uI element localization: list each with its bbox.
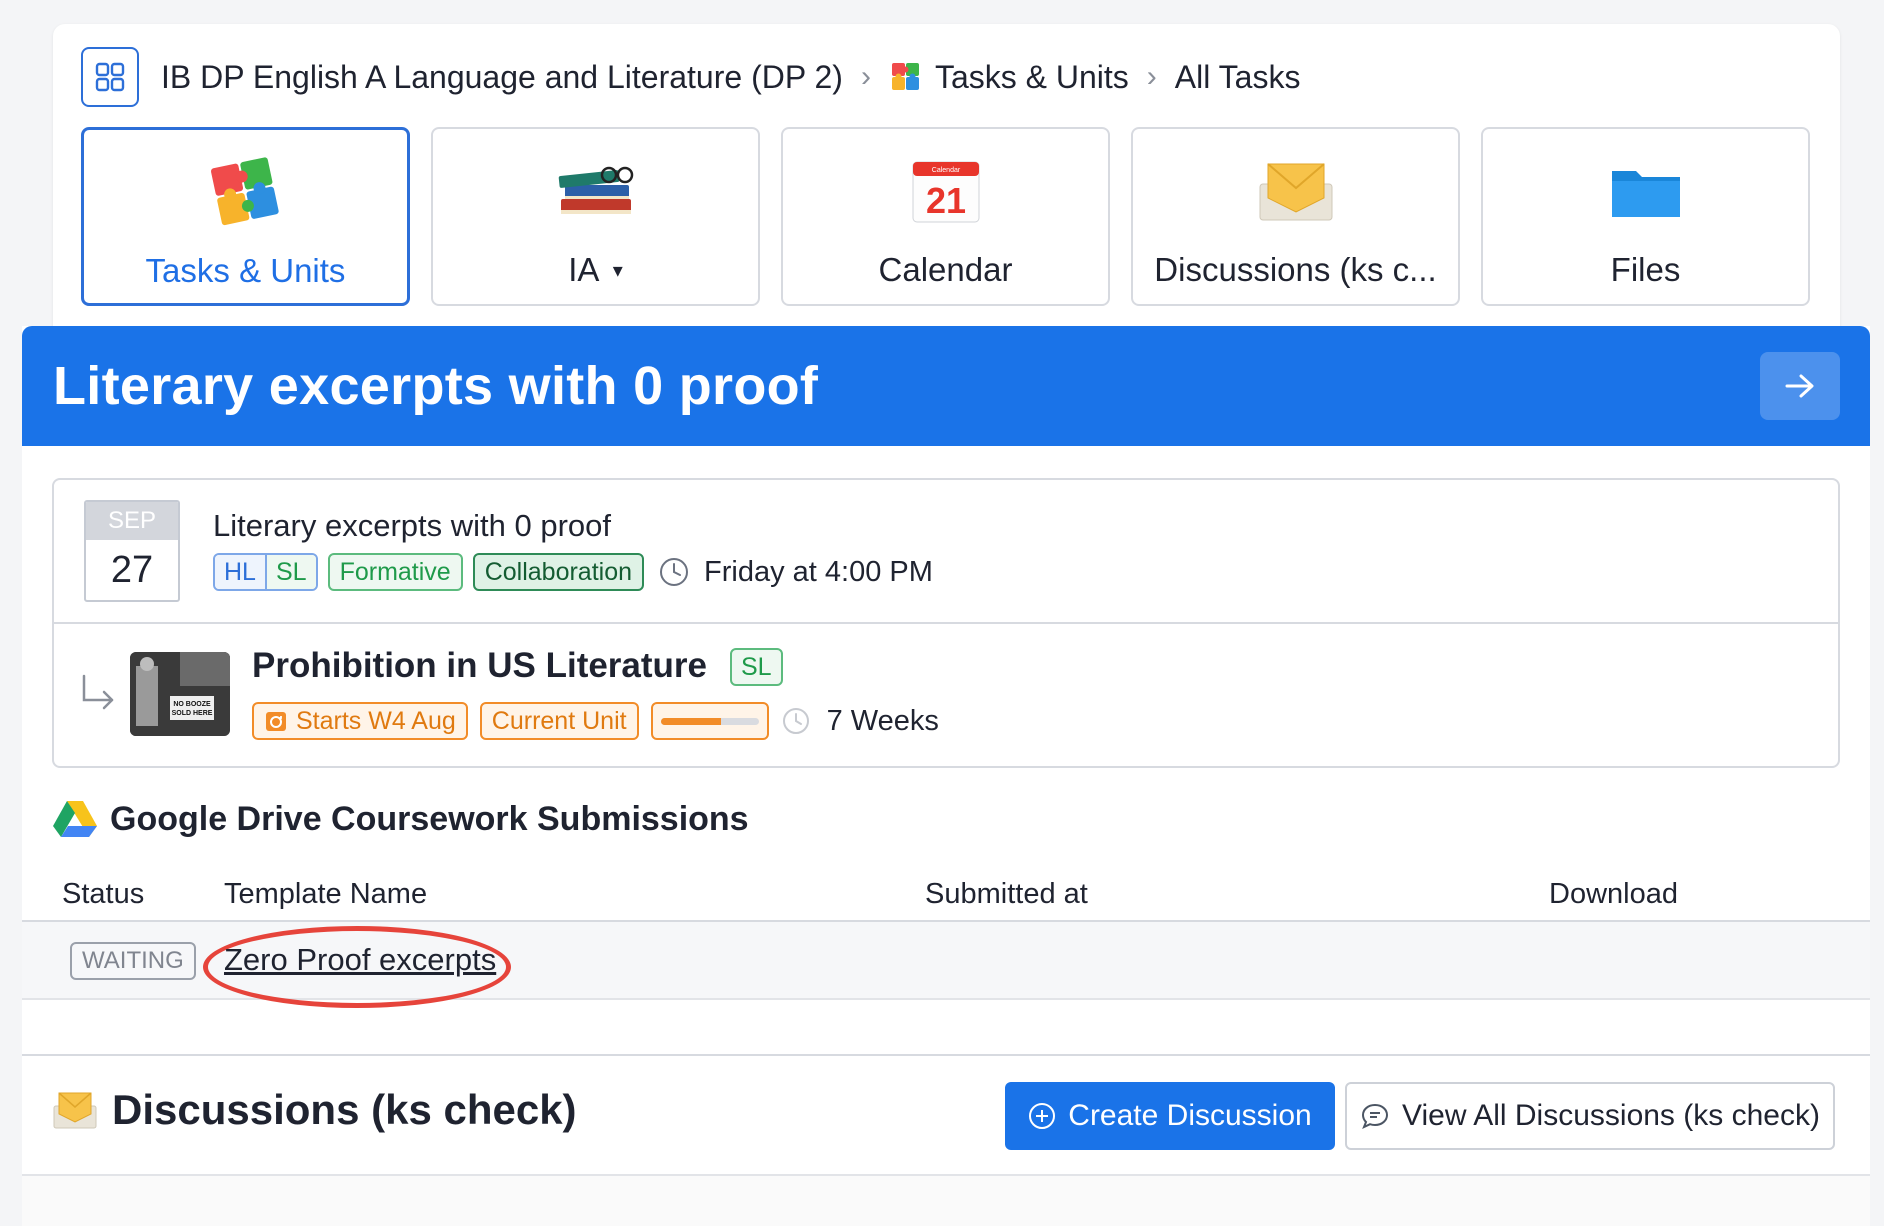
due-month: SEP bbox=[86, 502, 178, 540]
unit-duration: 7 Weeks bbox=[826, 704, 939, 737]
tile-label: Tasks & Units bbox=[145, 252, 346, 289]
chevron-right-icon: › bbox=[1146, 60, 1157, 93]
unit-progress bbox=[650, 702, 769, 740]
svg-text:Calendar: Calendar bbox=[931, 167, 960, 174]
books-icon bbox=[555, 151, 637, 231]
table-row: WAITING Zero Proof excerpts bbox=[22, 922, 1870, 1008]
puzzle-icon bbox=[206, 152, 286, 232]
puzzle-icon bbox=[889, 60, 923, 94]
drive-section-header: Google Drive Coursework Submissions bbox=[52, 799, 749, 839]
open-task-button[interactable] bbox=[1760, 352, 1840, 420]
task-tags: HL SL Formative Collaboration Friday at … bbox=[213, 553, 933, 591]
tag-hl: HL bbox=[215, 555, 267, 589]
unit-tags: Starts W4 Aug Current Unit 7 Weeks bbox=[252, 702, 939, 740]
svg-text:SOLD HERE: SOLD HERE bbox=[172, 710, 213, 717]
breadcrumb-course[interactable]: IB DP English A Language and Literature … bbox=[161, 59, 843, 96]
tile-label: Discussions (ks c... bbox=[1154, 251, 1437, 288]
clock-icon bbox=[782, 708, 809, 734]
sub-item-arrow-icon bbox=[82, 674, 114, 710]
breadcrumb-section[interactable]: Tasks & Units bbox=[935, 59, 1129, 96]
svg-text:21: 21 bbox=[925, 180, 965, 221]
calendar-refresh-icon bbox=[266, 712, 286, 731]
view-all-discussions-button[interactable]: View All Discussions (ks check) bbox=[1345, 1082, 1835, 1150]
envelope-icon bbox=[1256, 151, 1336, 231]
breadcrumb-page: All Tasks bbox=[1174, 58, 1301, 95]
course-nav-tiles: Tasks & Units IA ▾ Calendar 21 Calendar … bbox=[81, 127, 1810, 306]
level-tags: HL SL bbox=[213, 553, 318, 591]
task-summary-box: SEP 27 Literary excerpts with 0 proof HL… bbox=[52, 478, 1840, 768]
tile-label: IA ▾ bbox=[568, 251, 623, 288]
tile-tasks-units[interactable]: Tasks & Units bbox=[81, 127, 410, 306]
tile-files[interactable]: Files bbox=[1481, 127, 1810, 306]
envelope-icon bbox=[53, 1092, 97, 1129]
task-row[interactable]: SEP 27 Literary excerpts with 0 proof HL… bbox=[54, 480, 1838, 624]
col-status: Status bbox=[62, 878, 145, 910]
due-time: Friday at 4:00 PM bbox=[704, 555, 933, 588]
current-unit-badge: Current Unit bbox=[479, 702, 639, 740]
plus-circle-icon bbox=[1029, 1103, 1056, 1129]
tag-sl: SL bbox=[730, 648, 783, 686]
col-template-name: Template Name bbox=[224, 878, 428, 910]
clock-icon bbox=[660, 558, 689, 586]
task-title[interactable]: Literary excerpts with 0 proof bbox=[213, 508, 611, 544]
calendar-icon: Calendar 21 bbox=[911, 151, 981, 231]
tile-discussions[interactable]: Discussions (ks c... bbox=[1131, 127, 1460, 306]
tile-label: Calendar bbox=[878, 251, 1013, 288]
due-date-badge: SEP 27 bbox=[84, 500, 180, 602]
col-download: Download bbox=[1549, 878, 1678, 910]
arrow-right-icon bbox=[1785, 374, 1814, 398]
unit-start-badge: Starts W4 Aug bbox=[252, 702, 468, 740]
google-drive-icon bbox=[53, 801, 97, 837]
task-detail-panel: Literary excerpts with 0 proof SEP 27 Li… bbox=[22, 326, 1870, 1226]
chat-bubble-icon bbox=[1362, 1103, 1389, 1129]
section-divider bbox=[22, 1054, 1870, 1056]
tag-sl: SL bbox=[266, 555, 316, 589]
unit-thumbnail: NO BOOZE SOLD HERE bbox=[130, 652, 230, 736]
drive-section-title: Google Drive Coursework Submissions bbox=[110, 799, 749, 838]
due-day: 27 bbox=[110, 548, 154, 591]
unit-progress-fill bbox=[660, 717, 722, 725]
tile-calendar[interactable]: Calendar 21 Calendar bbox=[781, 127, 1110, 306]
folder-icon bbox=[1608, 151, 1684, 231]
caret-down-icon: ▾ bbox=[612, 260, 623, 282]
create-discussion-button[interactable]: Create Discussion bbox=[1005, 1082, 1335, 1150]
tag-formative: Formative bbox=[327, 553, 463, 591]
chevron-right-icon: › bbox=[860, 60, 871, 93]
svg-text:NO BOOZE: NO BOOZE bbox=[173, 701, 211, 708]
tile-label: Files bbox=[1610, 251, 1681, 288]
decorative-pattern bbox=[22, 1176, 1870, 1226]
page-title: Literary excerpts with 0 proof bbox=[53, 356, 819, 416]
submissions-table-header: Status Template Name Submitted at Downlo… bbox=[22, 878, 1870, 922]
tag-collaboration: Collaboration bbox=[472, 553, 645, 591]
discussions-section-header: Discussions (ks check) bbox=[52, 1086, 577, 1134]
unit-title[interactable]: Prohibition in US Literature bbox=[252, 646, 707, 686]
col-submitted-at: Submitted at bbox=[925, 878, 1088, 910]
tile-ia[interactable]: IA ▾ bbox=[431, 127, 760, 306]
task-hero-banner: Literary excerpts with 0 proof bbox=[22, 326, 1870, 446]
apps-grid-button[interactable] bbox=[81, 47, 139, 107]
grid-icon bbox=[95, 62, 125, 92]
discussions-title: Discussions (ks check) bbox=[112, 1086, 577, 1133]
unit-row[interactable]: NO BOOZE SOLD HERE Prohibition in US Lit… bbox=[54, 624, 1838, 768]
breadcrumb: IB DP English A Language and Literature … bbox=[81, 46, 1300, 108]
course-header-card: IB DP English A Language and Literature … bbox=[53, 24, 1840, 344]
template-link[interactable]: Zero Proof excerpts bbox=[224, 942, 496, 978]
status-badge: WAITING bbox=[70, 942, 196, 980]
